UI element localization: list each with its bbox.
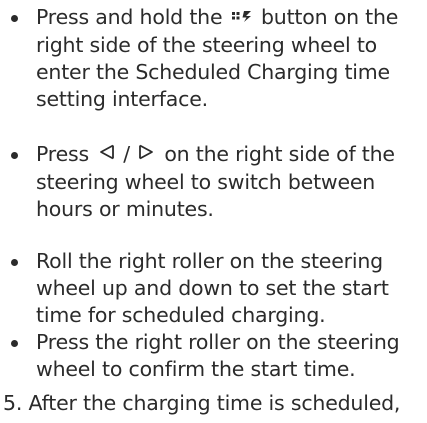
bullet-dot bbox=[11, 340, 18, 347]
bullet-text: Roll the right roller on the steering wh… bbox=[36, 249, 389, 327]
separator-slash: / bbox=[123, 142, 130, 166]
right-triangle-icon bbox=[134, 140, 158, 167]
bullet-dot bbox=[11, 152, 18, 159]
bullet-text: Press the right roller on the steering w… bbox=[36, 330, 400, 381]
left-triangle-icon bbox=[95, 140, 119, 167]
bullet-dot bbox=[11, 259, 18, 266]
bullet-dot bbox=[11, 15, 18, 22]
list-item: Roll the right roller on the steering wh… bbox=[11, 248, 422, 329]
list-item: Press and hold the button on the right s… bbox=[11, 3, 422, 113]
list-item: Press the right roller on the steering w… bbox=[11, 329, 422, 383]
bullet-text-part: Press and hold the bbox=[36, 5, 229, 29]
manual-page: Press and hold the button on the right s… bbox=[0, 0, 427, 423]
step-text: After the charging time is scheduled, bbox=[28, 391, 401, 415]
list-item: Press / on the right side of the steerin… bbox=[11, 140, 422, 223]
scheduled-charging-icon bbox=[229, 3, 255, 30]
step-number: 5. bbox=[3, 391, 23, 415]
step-5-paragraph: 5. After the charging time is scheduled, bbox=[3, 390, 423, 417]
bullet-text-part: Press bbox=[36, 142, 96, 166]
